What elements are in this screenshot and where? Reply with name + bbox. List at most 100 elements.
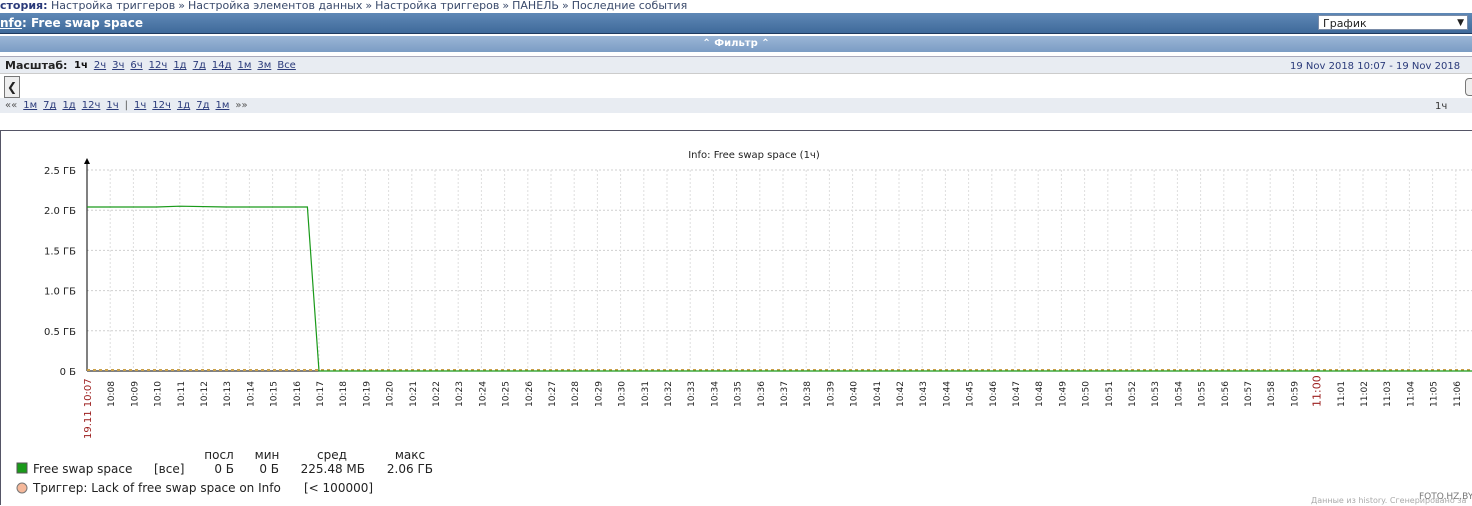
- filter-toggle[interactable]: ⌃ Фильтр ⌃: [0, 36, 1472, 52]
- breadcrumb-separator: »: [561, 0, 569, 12]
- breadcrumb-link[interactable]: ПАНЕЛЬ: [512, 0, 559, 12]
- nav-forward-icon[interactable]: »»: [235, 100, 247, 111]
- x-tick-label: 10:53: [1151, 381, 1161, 407]
- x-tick-label: 10:36: [757, 381, 767, 407]
- breadcrumb-label: стория:: [0, 0, 48, 12]
- scale-option[interactable]: 3ч: [112, 60, 124, 71]
- nav-back-link[interactable]: 12ч: [82, 100, 101, 111]
- x-tick-label: 11:05: [1430, 381, 1440, 407]
- x-tick-label: 10:23: [455, 381, 465, 407]
- x-tick-label: 10:24: [478, 381, 488, 407]
- scale-option[interactable]: 14д: [212, 60, 232, 71]
- date-from: 19 Nov 2018 10:07: [1290, 61, 1387, 72]
- x-tick-label: 10:48: [1035, 381, 1045, 407]
- x-tick-label: 10:09: [130, 381, 140, 407]
- nav-back-link[interactable]: 1д: [62, 100, 75, 111]
- x-tick-label: 10:16: [293, 381, 303, 407]
- x-tick-label: 10:56: [1221, 381, 1231, 407]
- legend-header: мин: [255, 448, 280, 462]
- x-tick-label: 10:30: [618, 381, 628, 407]
- y-tick-label: 2.5 ГБ: [44, 166, 76, 177]
- x-tick-label: 10:46: [989, 381, 999, 407]
- x-start-label: 19.11 10:07: [83, 378, 94, 439]
- scale-option[interactable]: Все: [277, 60, 296, 71]
- date-separator: -: [1389, 61, 1393, 72]
- nav-forward-link[interactable]: 1м: [216, 100, 230, 111]
- y-tick-label: 2.0 ГБ: [44, 206, 76, 217]
- chevron-left-icon[interactable]: ❮: [4, 76, 20, 98]
- x-tick-label: 10:08: [107, 381, 117, 407]
- x-tick-label: 10:32: [664, 381, 674, 407]
- breadcrumb-link[interactable]: Настройка элементов данных: [188, 0, 362, 12]
- scale-option[interactable]: 3м: [257, 60, 271, 71]
- x-tick-label: 11:04: [1406, 381, 1416, 407]
- nav-forward-link[interactable]: 12ч: [152, 100, 171, 111]
- x-tick-label: 10:22: [432, 381, 442, 407]
- scale-option[interactable]: 6ч: [130, 60, 142, 71]
- legend-scope: [все]: [154, 462, 184, 476]
- nav-back-icon[interactable]: ««: [5, 100, 17, 111]
- x-tick-label: 10:13: [223, 381, 233, 407]
- x-tick-label: 10:21: [409, 381, 419, 407]
- nav-forward-link[interactable]: 1ч: [134, 100, 146, 111]
- scale-option[interactable]: 2ч: [94, 60, 106, 71]
- x-tick-label: 10:19: [362, 381, 372, 407]
- trigger-marker-icon: [16, 482, 28, 494]
- slider-handle[interactable]: [1465, 78, 1472, 96]
- x-tick-label: 11:06: [1453, 381, 1463, 407]
- breadcrumb-link[interactable]: Настройка триггеров: [375, 0, 499, 12]
- x-tick-label: 10:50: [1082, 381, 1092, 407]
- legend-trigger-condition: [< 100000]: [304, 481, 373, 495]
- x-tick-label: 10:44: [942, 381, 952, 407]
- x-tick-label: 10:58: [1267, 381, 1277, 407]
- x-tick-label: 10:39: [826, 381, 836, 407]
- legend-min: 0 Б: [259, 462, 279, 476]
- chevron-up-icon: ⌃: [702, 38, 711, 49]
- chevron-down-icon: ▼: [1457, 18, 1464, 28]
- breadcrumb-link[interactable]: Настройка триггеров: [51, 0, 175, 12]
- nav-back-link[interactable]: 7д: [43, 100, 56, 111]
- x-tick-label: 10:45: [966, 381, 976, 407]
- scale-option[interactable]: 12ч: [149, 60, 168, 71]
- nav-divider: |: [124, 100, 129, 111]
- scale-option[interactable]: 7д: [193, 60, 206, 71]
- scale-option[interactable]: 1ч: [74, 60, 88, 71]
- scale-bar: Масштаб: 1ч 2ч 3ч 6ч 12ч 1д 7д 14д 1м 3м Все 19 No…: [0, 56, 1472, 74]
- x-tick-label: 10:18: [339, 381, 349, 407]
- breadcrumb-separator: »: [178, 0, 186, 12]
- title-bar: nfo: Free swap space График ▼: [0, 13, 1472, 34]
- time-slider[interactable]: ❮: [0, 73, 1472, 99]
- x-tick-label: 10:10: [154, 381, 164, 407]
- page-title: nfo: Free swap space: [0, 16, 143, 30]
- legend-header: макс: [395, 448, 425, 462]
- legend-last: 0 Б: [214, 462, 234, 476]
- breadcrumb-separator: »: [365, 0, 373, 12]
- x-tick-label: 10:51: [1105, 381, 1115, 407]
- date-range: 19 Nov 2018 10:07 - 19 Nov 2018: [1290, 61, 1460, 72]
- legend-series-name: Free swap space: [33, 462, 132, 476]
- x-tick-label: 10:12: [200, 381, 210, 407]
- legend-swatch: [16, 462, 28, 474]
- x-tick-label: 10:26: [525, 381, 535, 407]
- view-select[interactable]: График ▼: [1318, 15, 1468, 30]
- legend-avg: 225.48 МБ: [301, 462, 365, 476]
- x-tick-label: 10:38: [803, 381, 813, 407]
- y-tick-label: 0.5 ГБ: [44, 327, 76, 338]
- breadcrumb-link[interactable]: Последние события: [572, 0, 687, 12]
- y-axis-arrow-icon: [84, 158, 90, 164]
- title-text: : Free swap space: [22, 16, 143, 30]
- nav-forward-link[interactable]: 1д: [177, 100, 190, 111]
- scale-option[interactable]: 1м: [238, 60, 252, 71]
- host-link[interactable]: nfo: [0, 16, 22, 30]
- scale-option[interactable]: 1д: [173, 60, 186, 71]
- x-tick-label: 10:41: [873, 381, 883, 407]
- x-tick-label: 10:57: [1244, 381, 1254, 407]
- nav-back-link[interactable]: 1м: [23, 100, 37, 111]
- nav-forward-link[interactable]: 7д: [196, 100, 209, 111]
- filter-label: Фильтр: [714, 38, 758, 49]
- chart-title: Info: Free swap space (1ч): [688, 150, 820, 161]
- y-tick-label: 0 Б: [60, 367, 77, 378]
- y-tick-label: 1.5 ГБ: [44, 246, 76, 257]
- nav-back-link[interactable]: 1ч: [106, 100, 118, 111]
- x-tick-label: 10:43: [919, 381, 929, 407]
